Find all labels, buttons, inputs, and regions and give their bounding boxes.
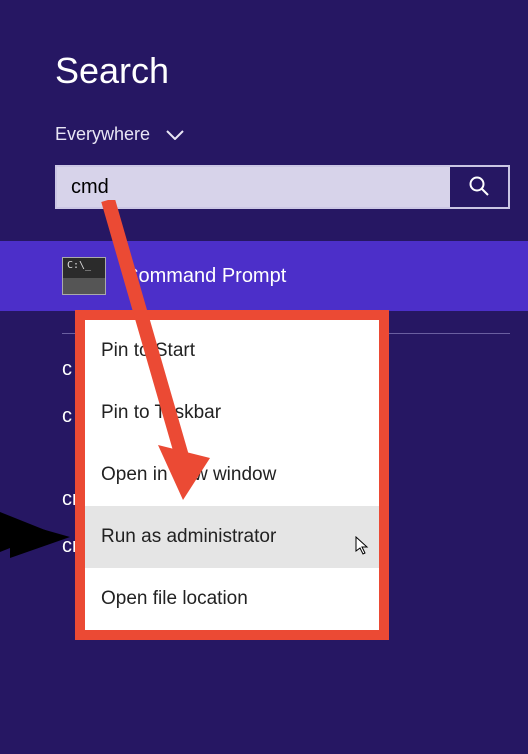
search-button[interactable] xyxy=(450,167,508,207)
page-title: Search xyxy=(0,0,528,92)
context-open-new-window[interactable]: Open in new window xyxy=(85,444,379,506)
result-match: c xyxy=(62,405,72,427)
command-prompt-icon: C:\_ xyxy=(62,257,106,295)
context-item-label: Run as administrator xyxy=(101,526,276,547)
cursor-icon xyxy=(355,536,371,562)
context-menu: Pin to Start Pin to Taskbar Open in new … xyxy=(75,310,389,640)
result-command-prompt[interactable]: C:\_ Command Prompt xyxy=(0,241,528,311)
result-label: Command Prompt xyxy=(124,265,286,288)
side-indicator-icon xyxy=(0,502,80,572)
search-bar xyxy=(55,165,510,209)
context-open-file-location[interactable]: Open file location xyxy=(85,568,379,630)
chevron-down-icon xyxy=(166,124,184,145)
result-match: c xyxy=(62,358,72,380)
search-icon xyxy=(468,175,490,200)
context-pin-to-taskbar[interactable]: Pin to Taskbar xyxy=(85,382,379,444)
context-pin-to-start[interactable]: Pin to Start xyxy=(85,320,379,382)
search-scope-dropdown[interactable]: Everywhere xyxy=(0,92,528,145)
search-scope-label: Everywhere xyxy=(55,124,150,145)
search-input[interactable] xyxy=(57,167,450,207)
context-run-as-administrator[interactable]: Run as administrator xyxy=(85,506,379,568)
